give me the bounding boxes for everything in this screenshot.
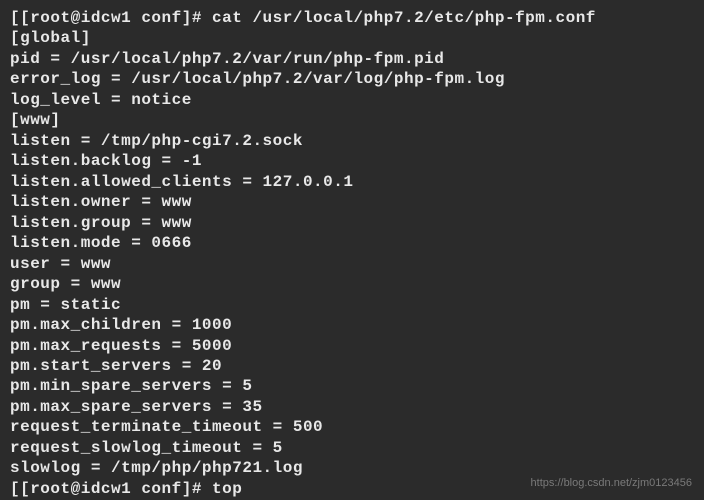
config-line: pid = /usr/local/php7.2/var/run/php-fpm.… — [10, 49, 694, 69]
config-line: listen.owner = www — [10, 192, 694, 212]
config-line: pm.max_children = 1000 — [10, 315, 694, 335]
terminal-output[interactable]: [[root@idcw1 conf]# cat /usr/local/php7.… — [10, 8, 694, 499]
config-line: pm.max_spare_servers = 35 — [10, 397, 694, 417]
config-line: error_log = /usr/local/php7.2/var/log/ph… — [10, 69, 694, 89]
config-line: user = www — [10, 254, 694, 274]
config-line: pm = static — [10, 295, 694, 315]
config-line: listen.backlog = -1 — [10, 151, 694, 171]
config-line: listen.group = www — [10, 213, 694, 233]
config-line: group = www — [10, 274, 694, 294]
watermark-text: https://blog.csdn.net/zjm0123456 — [531, 476, 692, 490]
config-line: pm.min_spare_servers = 5 — [10, 376, 694, 396]
config-line: pm.start_servers = 20 — [10, 356, 694, 376]
config-line: request_slowlog_timeout = 5 — [10, 438, 694, 458]
config-line: listen.allowed_clients = 127.0.0.1 — [10, 172, 694, 192]
config-line: log_level = notice — [10, 90, 694, 110]
config-line: listen = /tmp/php-cgi7.2.sock — [10, 131, 694, 151]
config-line: listen.mode = 0666 — [10, 233, 694, 253]
config-line: pm.max_requests = 5000 — [10, 336, 694, 356]
config-line: request_terminate_timeout = 500 — [10, 417, 694, 437]
config-line: [global] — [10, 28, 694, 48]
config-line: [www] — [10, 110, 694, 130]
shell-prompt-line: [[root@idcw1 conf]# cat /usr/local/php7.… — [10, 8, 694, 28]
